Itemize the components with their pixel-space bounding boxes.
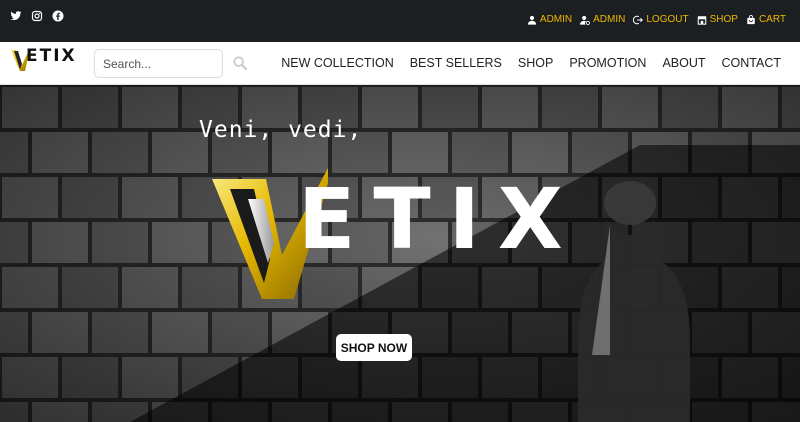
search-input[interactable] xyxy=(94,49,223,78)
cart-icon xyxy=(747,14,755,24)
hero-tagline: Veni, vedi, xyxy=(199,117,363,143)
hero-brand-wordmark: ETIX xyxy=(298,170,581,268)
main-menu: NEW COLLECTION BEST SELLERS SHOP PROMOTI… xyxy=(281,56,781,70)
facebook-icon[interactable] xyxy=(52,10,64,22)
cart-link[interactable]: CART xyxy=(746,14,786,25)
user-icon xyxy=(527,15,537,25)
admin-panel-label: ADMIN xyxy=(593,14,626,25)
social-links xyxy=(10,10,64,22)
shop-label: SHOP xyxy=(709,14,738,25)
admin-panel-link[interactable]: ADMIN xyxy=(580,14,625,25)
admin-user-label: ADMIN xyxy=(539,14,573,25)
shop-link[interactable]: SHOP xyxy=(697,14,738,25)
nav-about[interactable]: ABOUT xyxy=(662,56,705,70)
nav-shop[interactable]: SHOP xyxy=(518,56,553,70)
hero-banner: Veni, vedi, ETIX SHOP NOW xyxy=(0,85,800,422)
admin-user-link[interactable]: ADMIN xyxy=(527,14,572,25)
admin-gear-icon xyxy=(580,15,591,25)
main-navbar: ETIX NEW COLLECTION BEST SELLERS SHOP PR… xyxy=(0,42,800,85)
account-menu: ADMIN ADMIN LOGOUT SHOP CART xyxy=(527,14,786,25)
shop-icon xyxy=(697,15,706,25)
cart-label: CART xyxy=(758,14,786,25)
twitter-icon[interactable] xyxy=(10,10,22,22)
nav-contact[interactable]: CONTACT xyxy=(722,56,782,70)
logout-label: LOGOUT xyxy=(646,14,689,25)
nav-new-collection[interactable]: NEW COLLECTION xyxy=(281,56,394,70)
instagram-icon[interactable] xyxy=(31,10,43,22)
search-icon[interactable] xyxy=(232,55,248,71)
logout-icon xyxy=(633,15,644,24)
top-bar: ADMIN ADMIN LOGOUT SHOP CART xyxy=(0,0,800,42)
nav-promotion[interactable]: PROMOTION xyxy=(569,56,646,70)
logo-wordmark: ETIX xyxy=(26,46,77,66)
logout-link[interactable]: LOGOUT xyxy=(633,14,689,25)
nav-best-sellers[interactable]: BEST SELLERS xyxy=(410,56,502,70)
shop-now-button[interactable]: SHOP NOW xyxy=(336,334,412,361)
